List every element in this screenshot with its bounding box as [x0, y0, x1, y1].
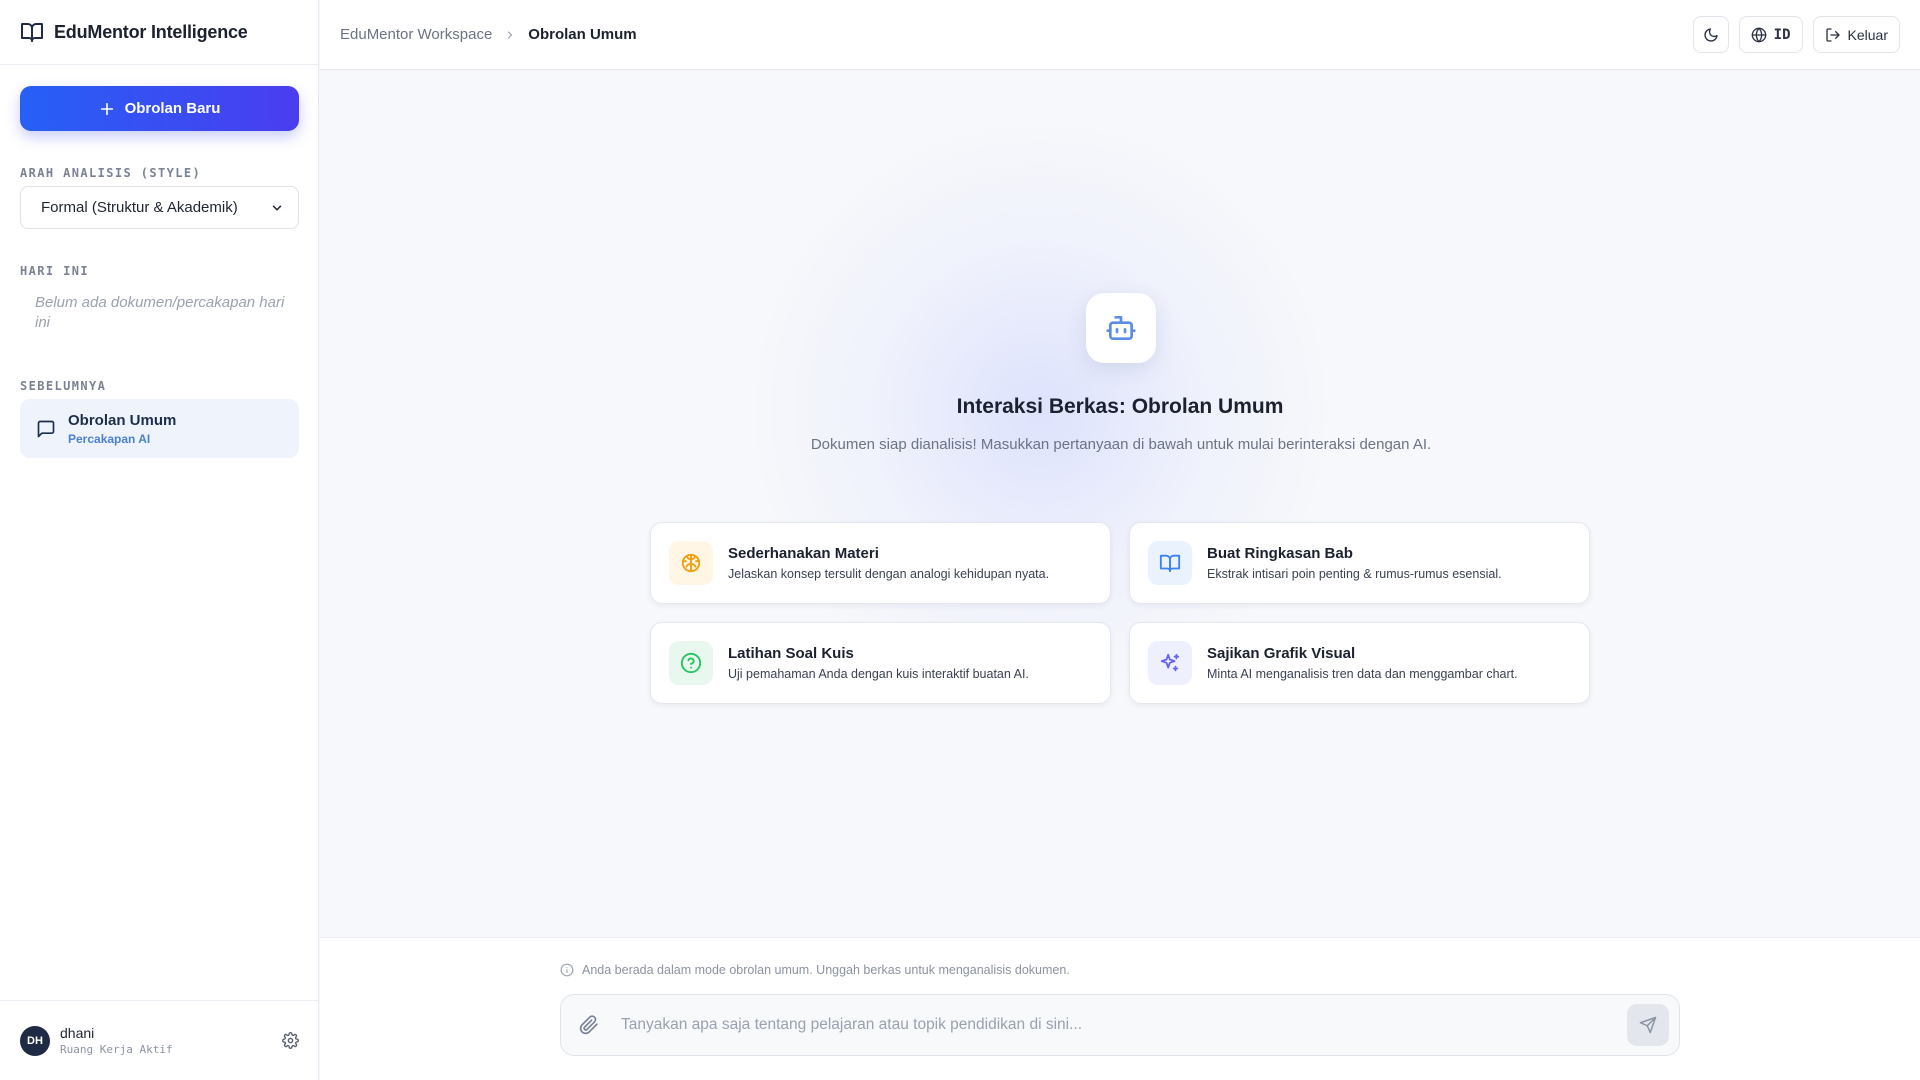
paperclip-icon[interactable]	[579, 1015, 599, 1035]
plus-icon	[99, 101, 115, 117]
top-actions: ID Keluar	[1692, 16, 1900, 53]
user-role: Ruang Kerja Aktif	[60, 1043, 173, 1056]
sparkles-icon	[1159, 652, 1181, 674]
message-square-icon	[36, 419, 56, 439]
chevron-down-icon	[270, 201, 284, 215]
bot-icon	[1105, 312, 1137, 344]
new-chat-label: Obrolan Baru	[124, 100, 221, 117]
brand: EduMentor Intelligence	[0, 0, 318, 65]
style-selected-value: Formal (Struktur & Akademik)	[41, 199, 238, 216]
card-description: Ekstrak intisari poin penting & rumus-ru…	[1207, 567, 1502, 581]
language-label: ID	[1773, 26, 1791, 43]
language-button[interactable]: ID	[1738, 16, 1803, 53]
history-item-title: Obrolan Umum	[68, 411, 177, 429]
today-empty-note: Belum ada dokumen/percakapan hari ini	[35, 294, 285, 331]
card-description: Minta AI menganalisis tren data dan meng…	[1207, 667, 1518, 681]
card-icon-tile	[1148, 541, 1192, 585]
send-button[interactable]	[1627, 1004, 1669, 1046]
history-item-subtitle: Percakapan AI	[68, 431, 151, 446]
breadcrumb-root[interactable]: EduMentor Workspace	[340, 26, 492, 43]
suggestion-card-chart[interactable]: Sajikan Grafik Visual Minta AI menganali…	[1129, 622, 1590, 704]
chevron-right-icon	[504, 29, 516, 41]
log-out-icon	[1825, 27, 1841, 43]
mode-hint-text: Anda berada dalam mode obrolan umum. Ung…	[582, 963, 1070, 977]
chat-input-wrapper	[560, 994, 1680, 1056]
card-icon-tile	[1148, 641, 1192, 685]
chat-input[interactable]	[621, 1016, 1627, 1034]
gear-icon[interactable]	[282, 1032, 299, 1049]
card-title: Sederhanakan Materi	[728, 545, 879, 562]
avatar[interactable]: DH	[20, 1025, 50, 1056]
card-icon-tile	[669, 641, 713, 685]
book-open-icon	[1159, 552, 1181, 574]
style-select[interactable]: Formal (Struktur & Akademik)	[20, 186, 299, 229]
composer: Anda berada dalam mode obrolan umum. Ung…	[320, 937, 1920, 1080]
send-icon	[1639, 1016, 1657, 1034]
page-subtitle: Dokumen siap dianalisis! Masukkan pertan…	[810, 436, 1432, 453]
brain-icon	[680, 552, 702, 574]
style-section-label: ARAH ANALISIS (STYLE)	[20, 166, 202, 180]
help-circle-icon	[680, 652, 702, 674]
globe-icon	[1751, 27, 1767, 43]
card-title: Sajikan Grafik Visual	[1207, 645, 1356, 662]
user-bar: DH dhani Ruang Kerja Aktif	[0, 1000, 319, 1080]
new-chat-button[interactable]: Obrolan Baru	[20, 86, 299, 131]
bot-tile	[1086, 293, 1156, 363]
today-section-label: HARI INI	[20, 264, 89, 278]
suggestion-card-summary[interactable]: Buat Ringkasan Bab Ekstrak intisari poin…	[1129, 522, 1590, 604]
card-title: Latihan Soal Kuis	[728, 645, 854, 662]
sidebar: EduMentor Intelligence Obrolan Baru ARAH…	[0, 0, 319, 1080]
suggestion-card-quiz[interactable]: Latihan Soal Kuis Uji pemahaman Anda den…	[650, 622, 1111, 704]
card-icon-tile	[669, 541, 713, 585]
suggestion-card-simplify[interactable]: Sederhanakan Materi Jelaskan konsep ters…	[650, 522, 1111, 604]
theme-toggle-button[interactable]	[1692, 16, 1729, 53]
card-title: Buat Ringkasan Bab	[1207, 545, 1353, 562]
user-name: dhani	[60, 1025, 95, 1041]
top-bar: EduMentor Workspace Obrolan Umum ID Kelu…	[320, 0, 1920, 70]
logout-label: Keluar	[1847, 26, 1888, 43]
logout-button[interactable]: Keluar	[1812, 16, 1900, 53]
info-icon	[560, 963, 574, 977]
history-item[interactable]: Obrolan Umum Percakapan AI	[20, 399, 299, 458]
card-description: Uji pemahaman Anda dengan kuis interakti…	[728, 667, 1029, 681]
mode-hint: Anda berada dalam mode obrolan umum. Ung…	[560, 963, 1070, 977]
main-content: Interaksi Berkas: Obrolan Umum Dokumen s…	[320, 71, 1920, 937]
app-name: EduMentor Intelligence	[54, 21, 248, 42]
book-open-icon	[20, 20, 44, 44]
previous-section-label: SEBELUMNYA	[20, 379, 107, 393]
page-title: Interaksi Berkas: Obrolan Umum	[956, 395, 1284, 418]
breadcrumb-current: Obrolan Umum	[528, 26, 637, 43]
card-description: Jelaskan konsep tersulit dengan analogi …	[728, 567, 1050, 581]
moon-icon	[1703, 27, 1719, 43]
